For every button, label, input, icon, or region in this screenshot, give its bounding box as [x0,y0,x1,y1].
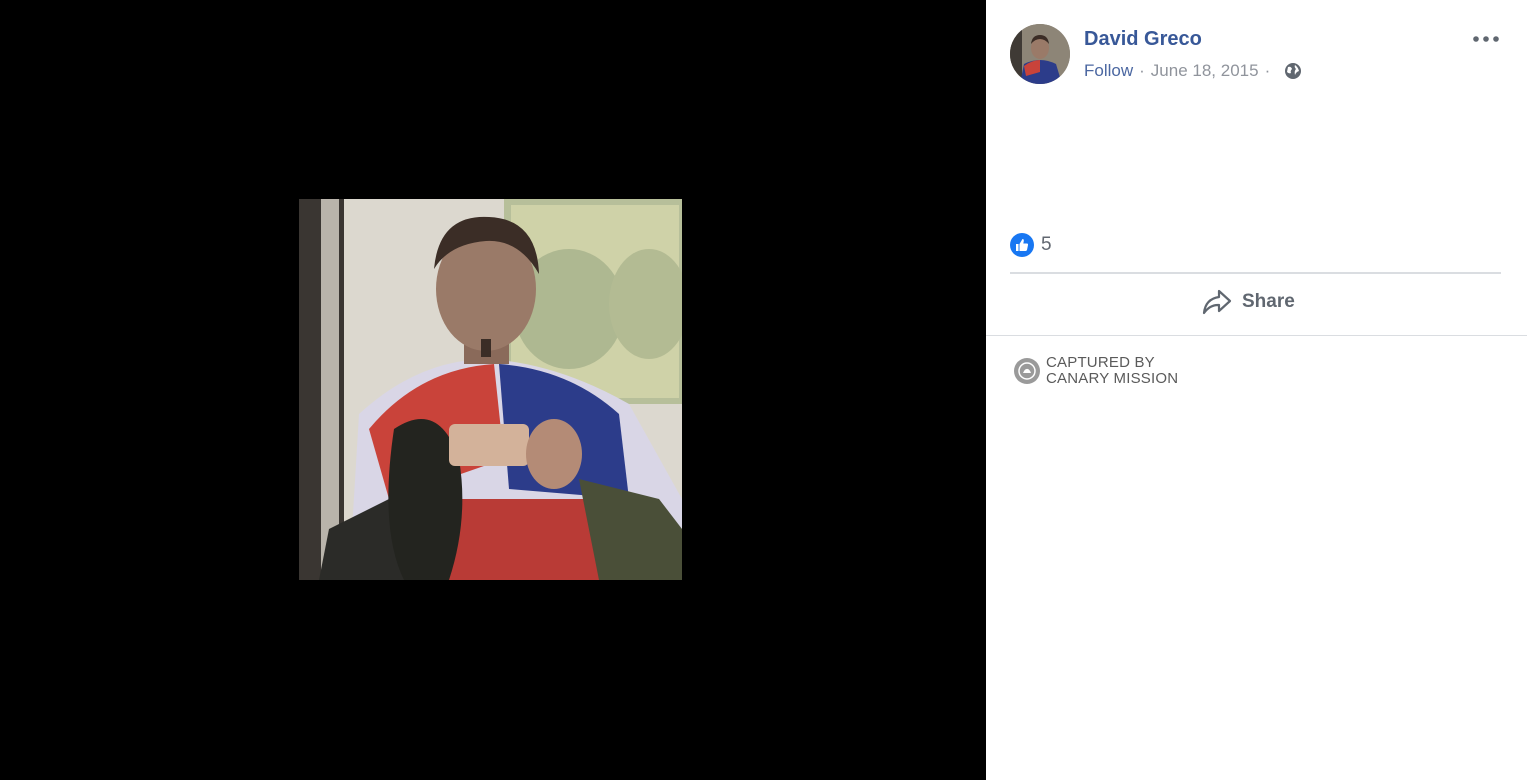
post-photo[interactable] [299,199,682,580]
follow-link[interactable]: Follow [1084,61,1133,81]
photo-viewer [0,0,986,780]
meta-separator: · [1139,61,1145,80]
reaction-summary[interactable]: 5 [1010,233,1052,257]
like-icon [1010,233,1034,257]
more-options-button[interactable] [1472,28,1500,50]
post-meta: Follow · June 18, 2015 · [1084,61,1302,81]
share-arrow-icon [1202,289,1232,315]
canary-mission-watermark: CAPTURED BY CANARY MISSION [1014,355,1178,387]
post-sidebar: David Greco Follow · June 18, 2015 · 5 S… [986,0,1527,780]
watermark-text: CAPTURED BY CANARY MISSION [1046,355,1178,387]
globe-icon[interactable] [1284,62,1302,80]
author-name-link[interactable]: David Greco [1084,28,1202,51]
reactions-divider [1010,272,1501,274]
section-divider [986,335,1527,336]
watermark-line2: CANARY MISSION [1046,370,1179,387]
like-count: 5 [1041,234,1052,255]
watermark-line1: CAPTURED BY [1046,354,1155,371]
share-label: Share [1242,291,1295,312]
post-date[interactable]: June 18, 2015 [1151,61,1259,81]
meta-separator-2: · [1264,61,1271,80]
share-button[interactable]: Share [1202,289,1295,315]
ellipsis-icon [1473,36,1499,42]
author-avatar[interactable] [1010,24,1070,84]
canary-mission-logo-icon [1014,358,1040,384]
